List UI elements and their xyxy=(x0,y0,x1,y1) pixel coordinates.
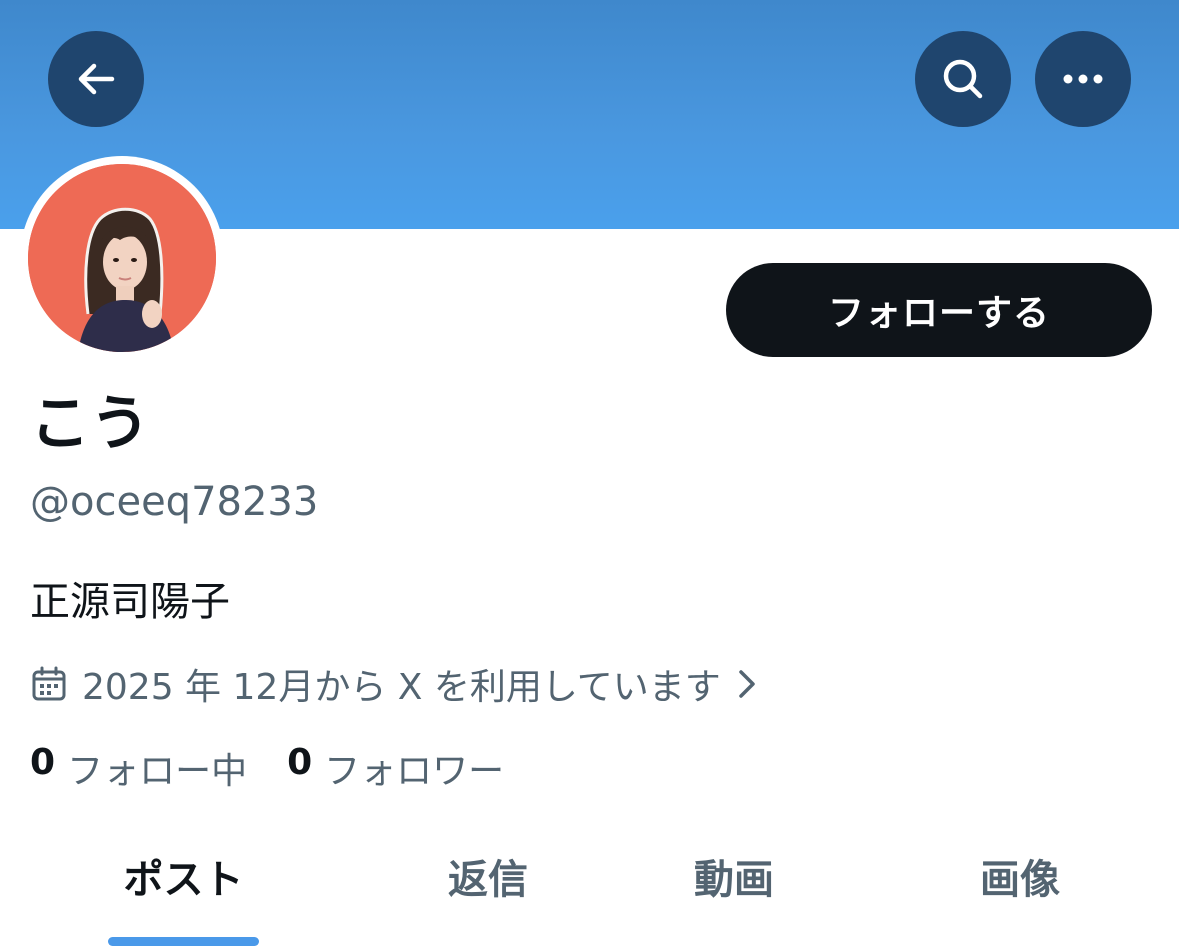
avatar-photo xyxy=(28,164,216,352)
followers-link[interactable]: 0 フォロワー xyxy=(287,742,504,794)
arrow-left-icon xyxy=(74,57,118,101)
profile-tabs: ポスト 返信 動画 画像 xyxy=(0,840,1179,946)
more-options-button[interactable] xyxy=(1035,31,1131,127)
user-handle: @oceeq78233 xyxy=(30,479,319,525)
followers-count: 0 xyxy=(287,742,313,783)
tab-posts[interactable]: ポスト xyxy=(108,852,259,908)
follow-button[interactable]: フォローする xyxy=(726,263,1152,357)
tab-videos[interactable]: 動画 xyxy=(666,852,802,908)
following-count: 0 xyxy=(30,742,56,783)
more-horizontal-icon xyxy=(1061,73,1105,85)
avatar-ring xyxy=(20,156,224,360)
follow-stats: 0 フォロー中 0 フォロワー xyxy=(30,742,504,794)
chevron-right-icon xyxy=(735,666,759,702)
active-tab-indicator xyxy=(108,937,259,946)
followers-label: フォロワー xyxy=(324,751,505,792)
search-icon xyxy=(939,55,987,103)
avatar[interactable] xyxy=(28,164,216,352)
tab-images[interactable]: 画像 xyxy=(952,852,1088,908)
following-label: フォロー中 xyxy=(67,751,248,792)
search-button[interactable] xyxy=(915,31,1011,127)
joined-date-text: 2025 年 12月から X を利用しています xyxy=(82,667,721,708)
calendar-icon xyxy=(30,665,68,703)
back-button[interactable] xyxy=(48,31,144,127)
following-link[interactable]: 0 フォロー中 xyxy=(30,742,247,794)
display-name: こう xyxy=(30,389,150,459)
joined-date-row[interactable]: 2025 年 12月から X を利用しています xyxy=(30,658,759,710)
tab-replies[interactable]: 返信 xyxy=(420,852,556,908)
bio: 正源司陽子 xyxy=(30,579,230,625)
